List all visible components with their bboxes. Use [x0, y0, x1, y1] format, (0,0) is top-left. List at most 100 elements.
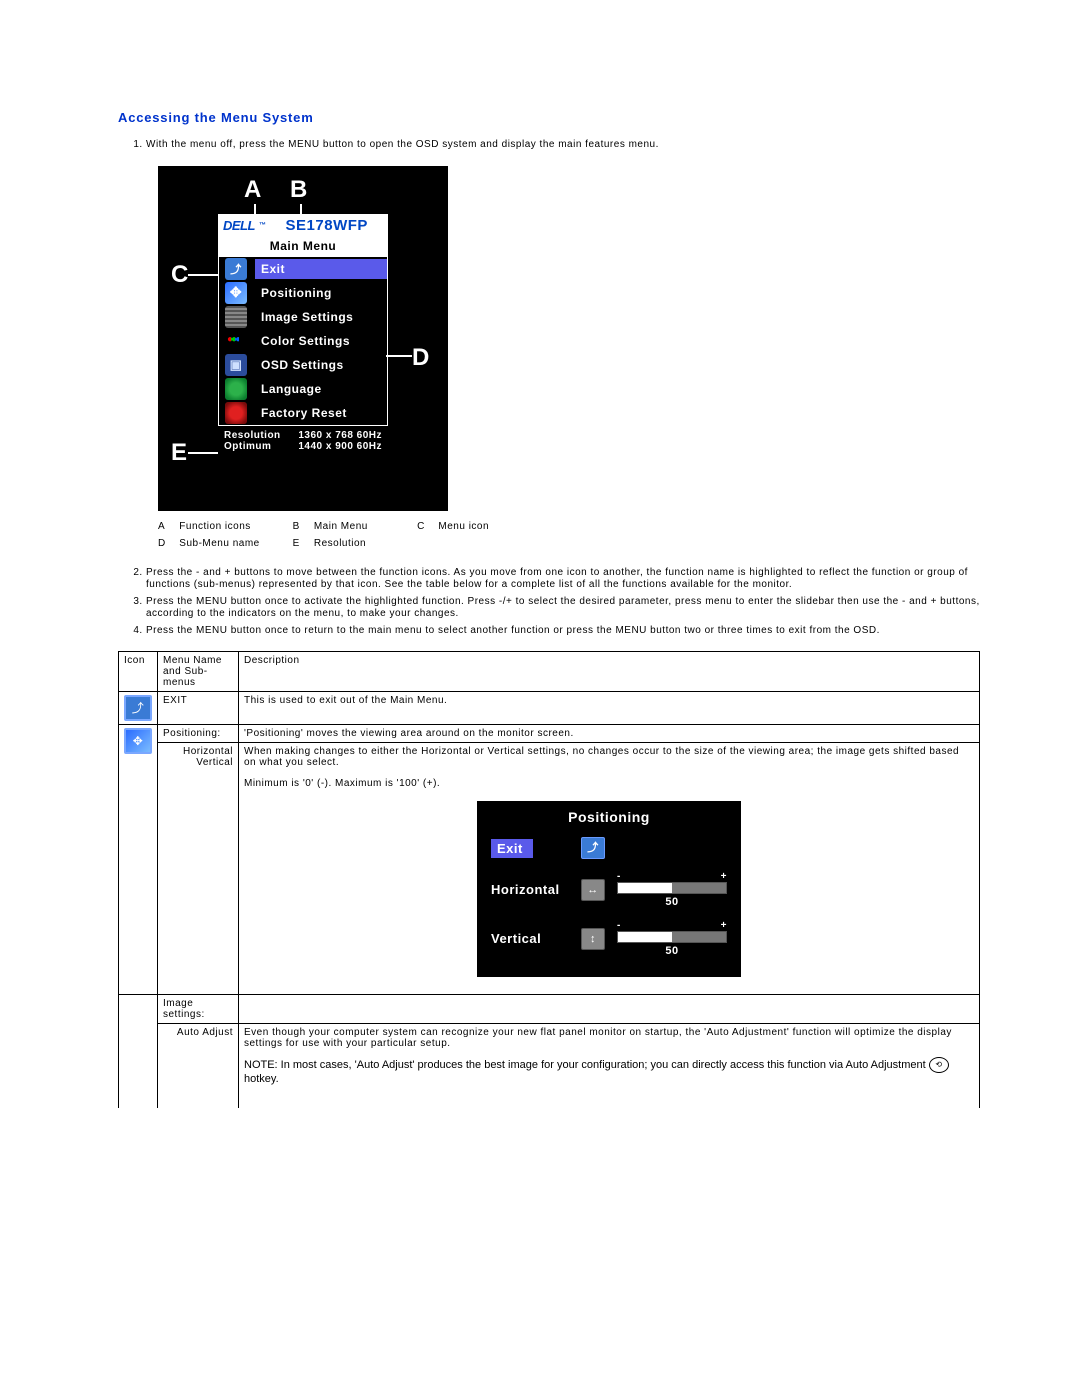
callout-a: A — [244, 176, 262, 204]
step-4: Press the MENU button once to return to … — [146, 625, 980, 638]
table-row-positioning: ✥ Positioning: 'Positioning' moves the v… — [119, 725, 980, 743]
legend-value: Sub-Menu name — [179, 538, 289, 549]
th-desc: Description — [239, 652, 980, 692]
th-icon: Icon — [119, 652, 158, 692]
monitor-model: SE178WFP — [270, 217, 383, 234]
status-resolution-value: 1360 x 768 60Hz — [298, 430, 382, 441]
menu-description-table: Icon Menu Name and Sub-menus Description… — [118, 651, 980, 1108]
callout-line — [386, 355, 412, 357]
pos-desc-sub: When making changes to either the Horizo… — [244, 746, 974, 768]
osd-item-label: Color Settings — [255, 331, 356, 351]
table-row-auto-adjust: Auto Adjust Even though your computer sy… — [119, 1024, 980, 1109]
osd-status: Resolution 1360 x 768 60Hz Optimum 1440 … — [218, 426, 388, 460]
osd-item-label: Exit — [255, 259, 387, 279]
exit-icon: ⤴ — [124, 695, 152, 721]
row-name: Image settings: — [158, 995, 239, 1024]
row-desc — [239, 995, 980, 1024]
osd-header: DELL™ SE178WFP — [218, 214, 388, 237]
osd-item-label: OSD Settings — [255, 355, 350, 375]
osd-item-osd-settings: OSD Settings — [219, 353, 387, 377]
row-sub: Auto Adjust — [158, 1024, 239, 1109]
legend-key: E — [293, 538, 311, 549]
callout-c: C — [171, 261, 189, 289]
legend-value: Menu icon — [438, 521, 489, 532]
row-name: Positioning: — [158, 725, 239, 743]
osd-title: Main Menu — [218, 237, 388, 256]
row-desc: 'Positioning' moves the viewing area aro… — [239, 725, 980, 743]
language-icon — [225, 378, 247, 400]
legend-key: D — [158, 538, 176, 549]
auto-adjust-hotkey-icon: ⟲ — [929, 1057, 949, 1073]
osd-item-label: Factory Reset — [255, 403, 353, 423]
exit-icon: ⤴ — [581, 837, 605, 859]
table-row-image-settings: Image settings: — [119, 995, 980, 1024]
osd-item-exit: ⤴ Exit — [219, 257, 387, 281]
row-subs: Horizontal Vertical — [158, 743, 239, 995]
legend-key: B — [293, 521, 311, 532]
positioning-icon — [225, 282, 247, 304]
slider-vertical: -+ 50 — [617, 920, 727, 957]
sub-row-horizontal: Horizontal ↔ -+ 50 — [477, 865, 741, 914]
osd-item-label: Positioning — [255, 283, 338, 303]
callout-e: E — [171, 439, 188, 467]
step-3: Press the MENU button once to activate t… — [146, 596, 980, 621]
sub-row-vertical: Vertical ↕ -+ 50 — [477, 914, 741, 963]
callout-line — [300, 204, 302, 214]
vertical-arrows-icon: ↕ — [581, 928, 605, 950]
osd-item-color-settings: Color Settings — [219, 329, 387, 353]
osd-item-language: Language — [219, 377, 387, 401]
steps-list-bottom: Press the - and + buttons to move betwee… — [118, 567, 980, 638]
sub-h-label: Horizontal — [491, 882, 581, 897]
section-heading: Accessing the Menu System — [118, 110, 980, 125]
table-header-row: Icon Menu Name and Sub-menus Description — [119, 652, 980, 692]
color-settings-icon — [225, 330, 247, 352]
osd-item-factory-reset: Factory Reset — [219, 401, 387, 425]
callout-b: B — [290, 176, 308, 204]
osd-panel: DELL™ SE178WFP Main Menu ⤴ Exit Position… — [218, 214, 388, 460]
callout-legend: A Function icons B Main Menu C Menu icon… — [158, 521, 980, 549]
auto-adjust-desc: Even though your computer system can rec… — [244, 1027, 974, 1049]
th-name: Menu Name and Sub-menus — [158, 652, 239, 692]
callout-line — [188, 274, 218, 276]
row-desc: When making changes to either the Horizo… — [239, 743, 980, 995]
sub-row-exit: Exit ⤴ — [477, 831, 741, 865]
row-name: EXIT — [158, 692, 239, 725]
table-row-positioning-sub: Horizontal Vertical When making changes … — [119, 743, 980, 995]
legend-value: Resolution — [314, 538, 414, 549]
legend-value: Function icons — [179, 521, 289, 532]
image-settings-icon — [225, 306, 247, 328]
legend-key: A — [158, 521, 176, 532]
sub-v-label: Vertical — [491, 931, 581, 946]
row-desc: Even though your computer system can rec… — [239, 1024, 980, 1109]
osd-settings-icon — [225, 354, 247, 376]
status-optimum-value: 1440 x 900 60Hz — [298, 441, 382, 452]
positioning-icon: ✥ — [124, 728, 152, 754]
callout-line — [254, 204, 256, 214]
pos-desc-range: Minimum is '0' (-). Maximum is '100' (+)… — [244, 778, 974, 789]
step-2: Press the - and + buttons to move betwee… — [146, 567, 980, 592]
osd-menu-list: ⤴ Exit Positioning Image Settings Color … — [218, 256, 388, 426]
sub-exit-label: Exit — [491, 839, 533, 858]
callout-line — [188, 452, 218, 454]
slider-v-value: 50 — [617, 945, 727, 957]
sub-figure-title: Positioning — [477, 807, 741, 831]
osd-item-positioning: Positioning — [219, 281, 387, 305]
table-row-exit: ⤴ EXIT This is used to exit out of the M… — [119, 692, 980, 725]
osd-main-menu-figure: A B C D E DELL™ SE178WFP Main Menu ⤴ Exi… — [158, 166, 448, 511]
exit-icon: ⤴ — [225, 258, 247, 280]
horizontal-arrows-icon: ↔ — [581, 879, 605, 901]
osd-item-label: Language — [255, 379, 328, 399]
slider-h-value: 50 — [617, 896, 727, 908]
dell-logo: DELL — [223, 218, 255, 233]
factory-reset-icon — [225, 402, 247, 424]
osd-item-image-settings: Image Settings — [219, 305, 387, 329]
callout-d: D — [412, 344, 430, 372]
steps-list-top: With the menu off, press the MENU button… — [118, 139, 980, 152]
status-resolution-label: Resolution — [224, 430, 281, 441]
status-optimum-label: Optimum — [224, 441, 271, 452]
legend-value: Main Menu — [314, 521, 414, 532]
auto-adjust-note: NOTE: In most cases, 'Auto Adjust' produ… — [244, 1057, 974, 1085]
positioning-submenu-figure: Positioning Exit ⤴ Horizontal ↔ -+ 50 — [477, 801, 741, 977]
legend-key: C — [417, 521, 435, 532]
osd-item-label: Image Settings — [255, 307, 359, 327]
